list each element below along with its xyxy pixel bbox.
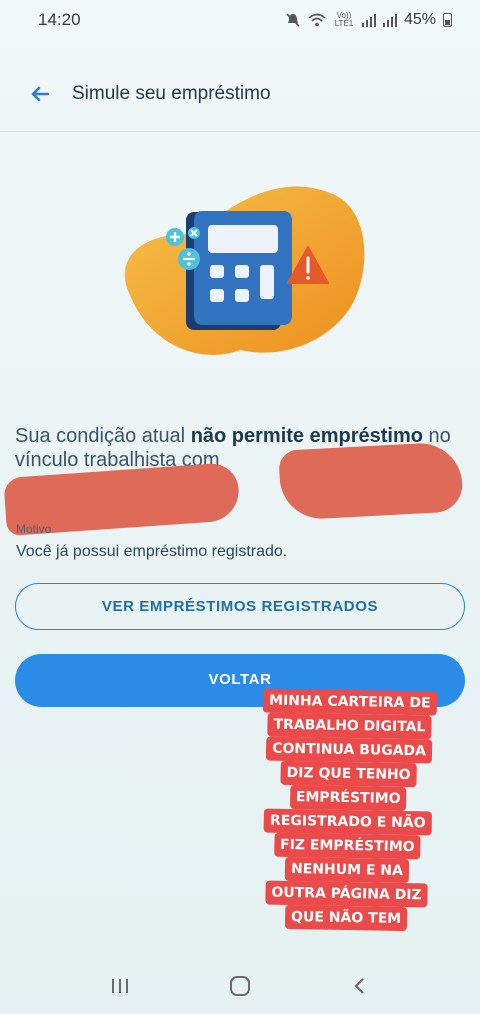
home-button[interactable] (225, 971, 255, 1001)
battery-icon (443, 13, 452, 27)
sticker-line: QUE NÃO TEM (284, 904, 408, 932)
status-time: 14:20 (38, 10, 81, 29)
chevron-left-icon (354, 978, 364, 994)
sticker-line: CONTINUA BUGADA (265, 736, 433, 764)
motivo-value: Você já possui empréstimo registrado. (16, 543, 288, 560)
view-registered-loans-button[interactable]: VER EMPRÉSTIMOS REGISTRADOS (15, 583, 465, 630)
status-bar: 14:20 Vo)) LTE1 45% (0, 0, 480, 40)
sticker-line: EMPRÉSTIMO (289, 784, 407, 812)
recent-apps-button[interactable] (105, 971, 135, 1001)
recent-apps-icon (112, 979, 128, 993)
sticker-line: DIZ QUE TENHO (280, 760, 417, 788)
system-back-button[interactable] (345, 971, 375, 1001)
mute-icon (286, 13, 300, 27)
network-type-label: Vo)) LTE1 (334, 11, 354, 28)
app-header: Simule seu empréstimo (0, 56, 480, 132)
signal-icon (382, 13, 397, 27)
sticker-line: TRABALHO DIGITAL (267, 712, 432, 740)
status-icons: Vo)) LTE1 45% (285, 11, 452, 29)
battery-percent: 45% (403, 11, 436, 28)
wifi-icon (308, 13, 326, 27)
sticker-line: FIZ EMPRÉSTIMO (273, 832, 421, 860)
condition-highlight: não permite empréstimo (190, 425, 423, 447)
sticker-annotation: MINHA CARTEIRA DE TRABALHO DIGITAL CONTI… (256, 688, 440, 932)
sticker-line: MINHA CARTEIRA DE (262, 688, 437, 716)
home-icon (230, 976, 250, 996)
calculator-illustration (124, 186, 365, 355)
sticker-line: NENHUM E NA (284, 856, 410, 884)
system-nav-bar (0, 958, 480, 1014)
redaction-mark (278, 441, 464, 521)
arrow-left-icon[interactable] (28, 82, 52, 106)
motivo-label: Motivo (16, 522, 52, 536)
sticker-line: OUTRA PÁGINA DIZ (265, 880, 428, 908)
sticker-line: REGISTRADO E NÃO (263, 808, 432, 836)
signal-icon (361, 13, 376, 27)
condition-prefix: Sua condição atual (15, 425, 191, 447)
page-title: Simule seu empréstimo (72, 82, 271, 104)
